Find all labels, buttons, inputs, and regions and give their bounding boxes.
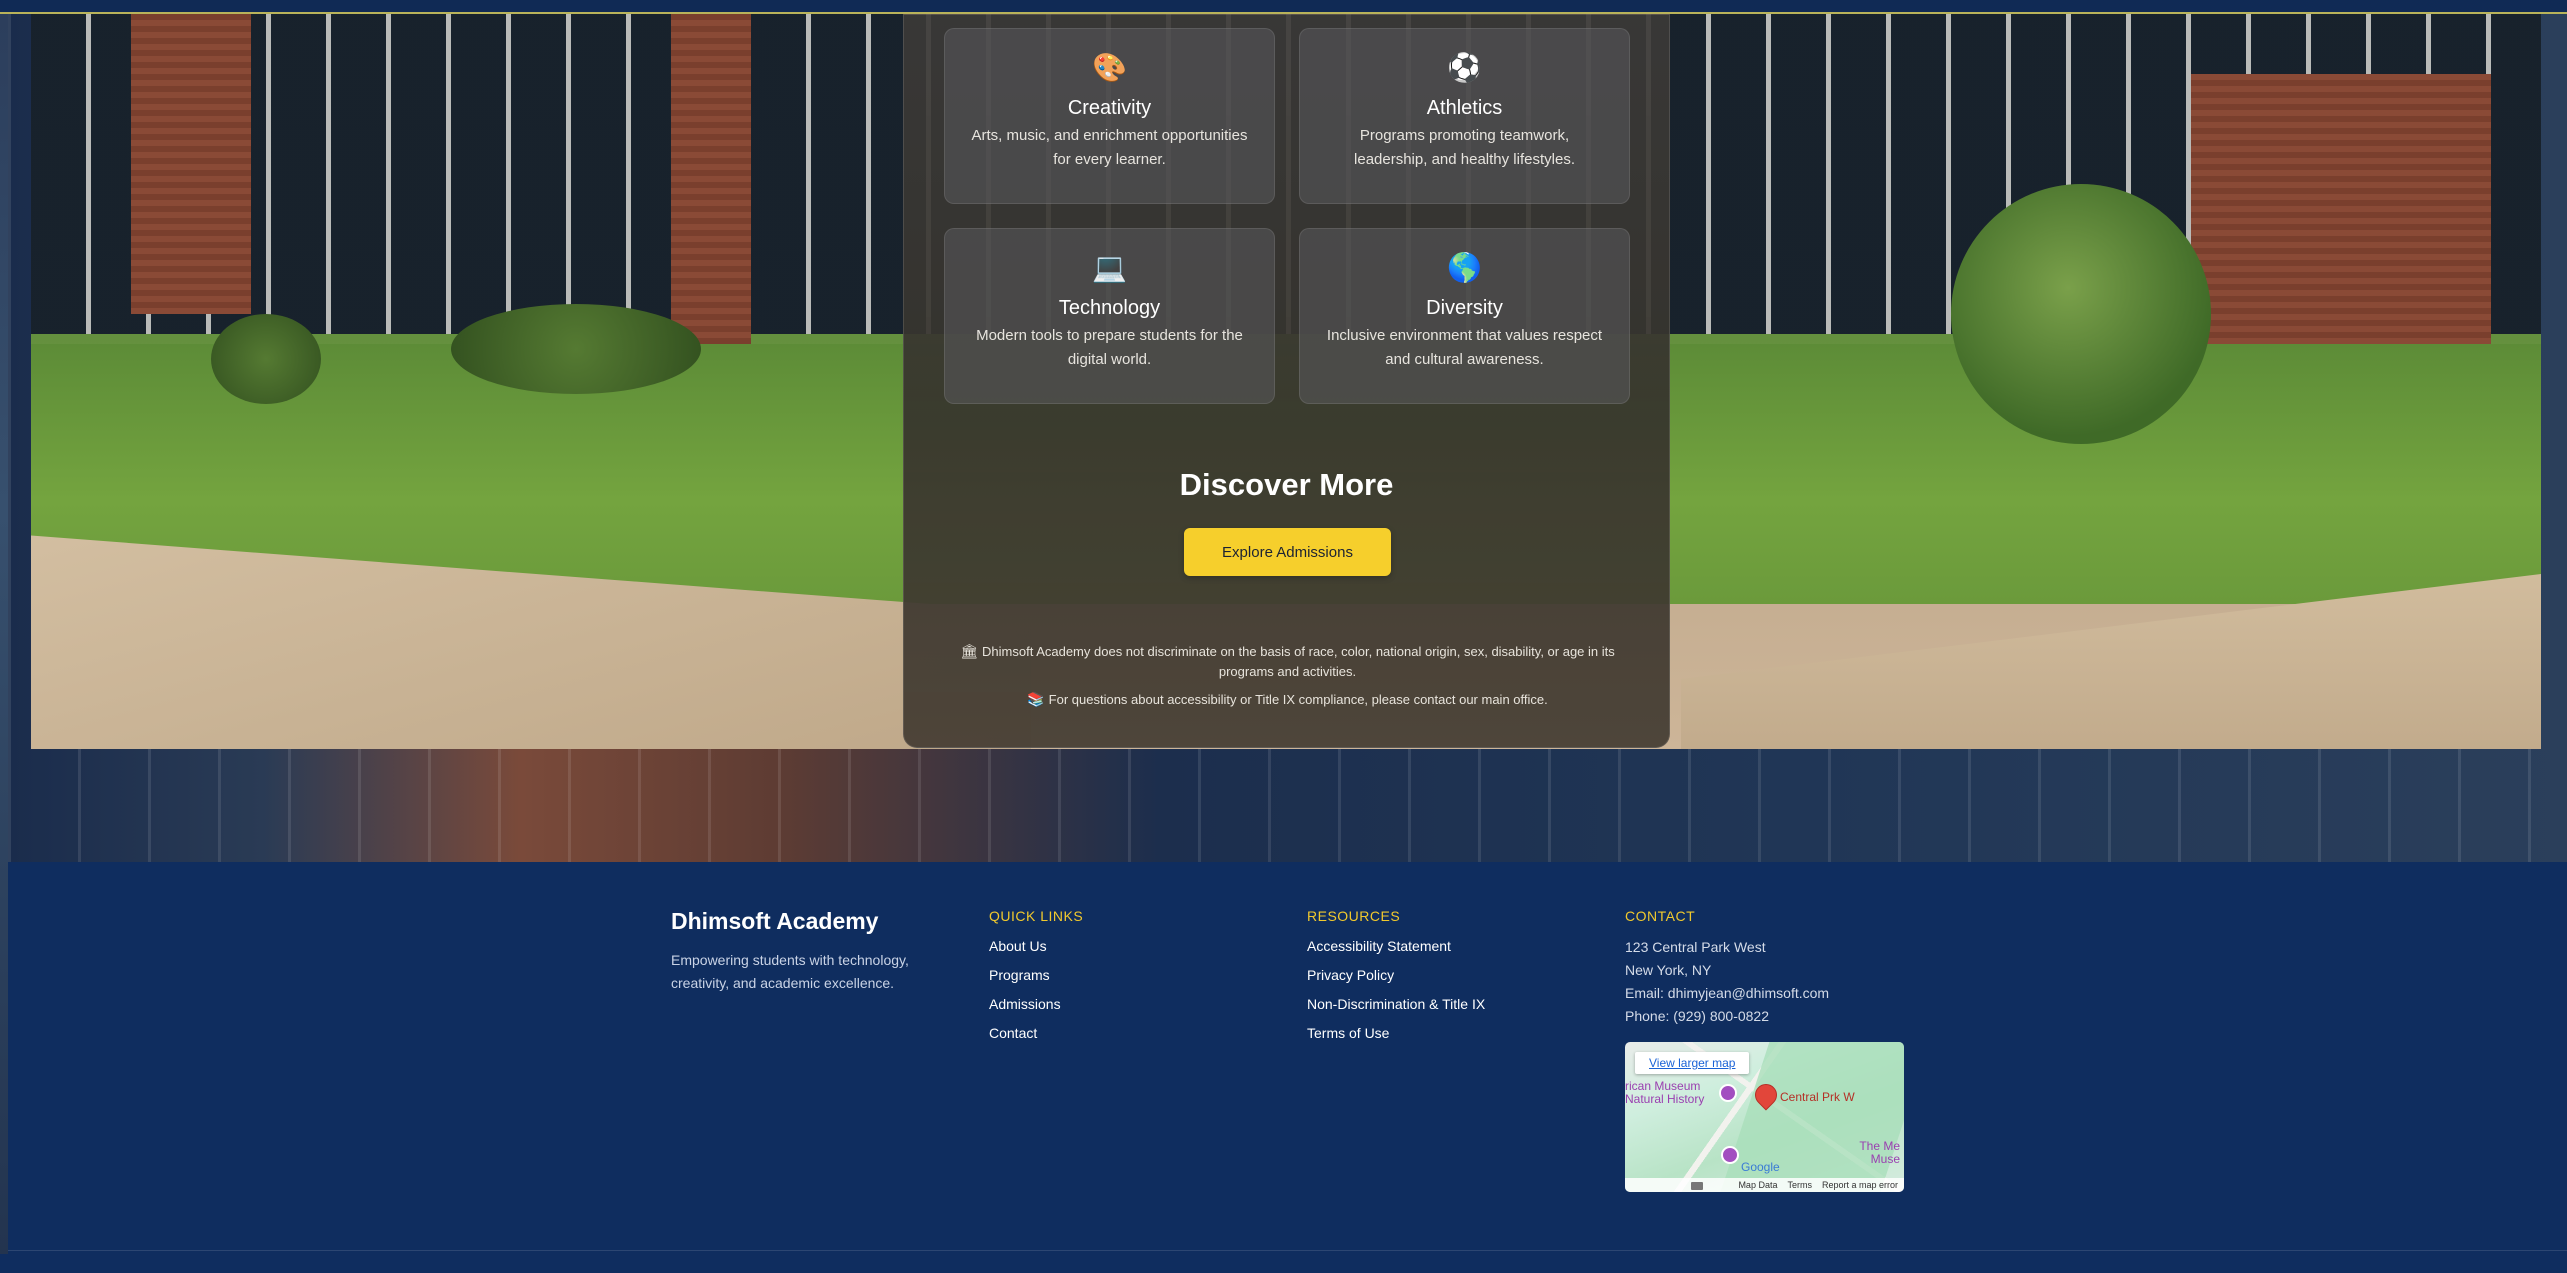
palette-icon: 🎨 bbox=[1092, 51, 1127, 84]
hero-brick-wall-right bbox=[2191, 74, 2491, 344]
map-museum-label: rican Museum Natural History bbox=[1625, 1080, 1704, 1106]
footer-link-terms[interactable]: Terms of Use bbox=[1307, 1024, 1389, 1043]
contact-address-line2: New York, NY bbox=[1625, 962, 1712, 978]
contact-phone: Phone: (929) 800-0822 bbox=[1625, 1008, 1769, 1024]
resources-heading: RESOURCES bbox=[1307, 908, 1401, 924]
feature-title: Athletics bbox=[1426, 97, 1503, 119]
feature-title: Diversity bbox=[1426, 297, 1503, 319]
soccer-ball-icon: ⚽ bbox=[1447, 51, 1482, 84]
embedded-map[interactable]: rican Museum Natural History The Me Muse… bbox=[1625, 1042, 1904, 1192]
contact-heading: CONTACT bbox=[1625, 908, 1696, 924]
left-edge bbox=[0, 14, 8, 1254]
keyboard-shortcuts-icon[interactable] bbox=[1691, 1182, 1703, 1190]
hero-brick-column-middle bbox=[671, 14, 751, 374]
accessibility-notice: 📚 For questions about accessibility or Ti… bbox=[944, 689, 1631, 710]
footer-quick-links: QUICK LINKS About Us Programs Admissions… bbox=[989, 908, 1083, 1052]
books-icon: 📚 bbox=[1027, 691, 1045, 707]
contact-email: Email: dhimyjean@dhimsoft.com bbox=[1625, 985, 1830, 1001]
footer-link-privacy[interactable]: Privacy Policy bbox=[1307, 966, 1394, 985]
globe-icon: 🌎 bbox=[1447, 251, 1482, 284]
footer-link-nondiscrimination[interactable]: Non-Discrimination & Title IX bbox=[1307, 995, 1485, 1014]
footer-divider bbox=[8, 1250, 2567, 1251]
footer-link-about-us[interactable]: About Us bbox=[989, 937, 1047, 956]
map-museum-label-line2: Natural History bbox=[1625, 1092, 1705, 1106]
quick-links-heading: QUICK LINKS bbox=[989, 908, 1084, 924]
nondiscrimination-notice: 🏛 Dhimsoft Academy does not discriminate … bbox=[944, 641, 1631, 682]
feature-description: Arts, music, and enrichment opportunitie… bbox=[971, 127, 1248, 168]
top-strip bbox=[0, 0, 2567, 14]
map-met-label-line2: Muse bbox=[1870, 1152, 1900, 1166]
feature-description: Programs promoting teamwork, leadership,… bbox=[1354, 127, 1575, 168]
building-icon: 🏛 bbox=[960, 643, 979, 659]
feature-title: Technology bbox=[1058, 297, 1161, 319]
map-data-link[interactable]: Map Data bbox=[1738, 1180, 1777, 1190]
feature-card-diversity: 🌎 Diversity Inclusive environment that v… bbox=[1299, 228, 1630, 404]
footer-contact: CONTACT 123 Central Park West New York, … bbox=[1625, 908, 1904, 1192]
discover-heading: Discover More bbox=[1179, 467, 1394, 502]
footer-tagline: Empowering students with technology, cre… bbox=[671, 952, 909, 991]
map-met-label: The Me Muse bbox=[1859, 1140, 1900, 1166]
footer-link-admissions[interactable]: Admissions bbox=[989, 995, 1061, 1014]
feature-card-creativity: 🎨 Creativity Arts, music, and enrichment… bbox=[944, 28, 1275, 204]
museum-poi-icon[interactable] bbox=[1719, 1084, 1737, 1102]
accessibility-text: For questions about accessibility or Tit… bbox=[1048, 692, 1548, 707]
hero-brick-column-left bbox=[131, 14, 251, 314]
feature-card-technology: 💻 Technology Modern tools to prepare stu… bbox=[944, 228, 1275, 404]
view-larger-map-link[interactable]: View larger map bbox=[1635, 1052, 1750, 1074]
laptop-icon: 💻 bbox=[1092, 251, 1127, 284]
contact-address-line1: 123 Central Park West bbox=[1625, 939, 1766, 955]
site-footer: Dhimsoft Academy Empowering students wit… bbox=[8, 862, 2567, 1273]
map-pin-label: Central Prk W bbox=[1780, 1090, 1855, 1104]
google-logo: Google bbox=[1741, 1160, 1780, 1174]
footer-brand: Dhimsoft Academy bbox=[671, 908, 879, 934]
hero-bush bbox=[211, 314, 321, 404]
map-attribution: Map Data Terms Report a map error bbox=[1625, 1178, 1904, 1192]
explore-admissions-button[interactable]: Explore Admissions bbox=[1184, 528, 1391, 576]
museum-poi-icon[interactable] bbox=[1721, 1146, 1739, 1164]
feature-title: Creativity bbox=[1067, 97, 1152, 119]
hero-bush bbox=[451, 304, 701, 394]
nondiscrimination-text: Dhimsoft Academy does not discriminate o… bbox=[982, 644, 1615, 679]
footer-link-contact[interactable]: Contact bbox=[989, 1024, 1037, 1043]
footer-link-accessibility[interactable]: Accessibility Statement bbox=[1307, 937, 1451, 956]
feature-description: Inclusive environment that values respec… bbox=[1326, 327, 1603, 368]
feature-description: Modern tools to prepare students for the… bbox=[976, 327, 1243, 368]
feature-card-athletics: ⚽ Athletics Programs promoting teamwork,… bbox=[1299, 28, 1630, 204]
footer-resources: RESOURCES Accessibility Statement Privac… bbox=[1307, 908, 1485, 1052]
footer-link-programs[interactable]: Programs bbox=[989, 966, 1050, 985]
hero-tree bbox=[1951, 184, 2211, 444]
map-report-error-link[interactable]: Report a map error bbox=[1822, 1180, 1898, 1190]
footer-brand-column: Dhimsoft Academy Empowering students wit… bbox=[671, 908, 931, 995]
map-terms-link[interactable]: Terms bbox=[1787, 1180, 1812, 1190]
features-panel: 🎨 Creativity Arts, music, and enrichment… bbox=[903, 14, 1670, 748]
